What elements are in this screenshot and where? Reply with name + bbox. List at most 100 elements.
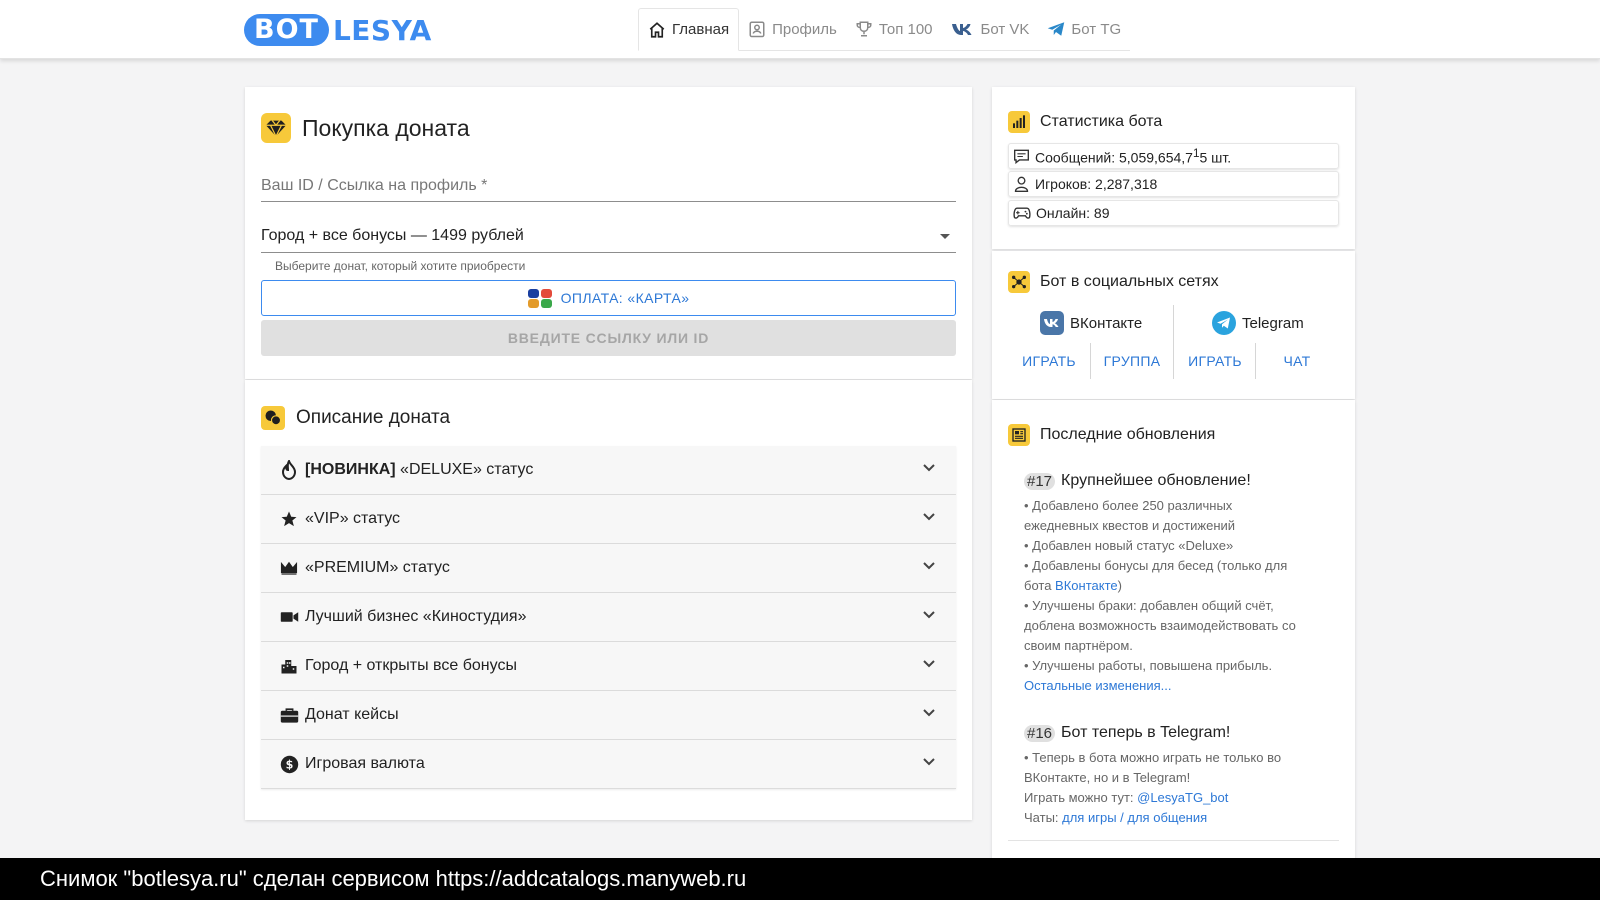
chevron-down-icon — [923, 611, 935, 619]
tg-section-label: Telegram — [1212, 311, 1304, 335]
vk-link[interactable]: ВКонтакте — [1055, 578, 1118, 593]
accordion-item-currency[interactable]: $ Игровая валюта — [261, 740, 956, 789]
accordion-item-business[interactable]: Лучший бизнес «Киностудия» — [261, 593, 956, 642]
social-networks-header: Бот в социальных сетях — [1008, 271, 1219, 293]
diamond-icon — [261, 113, 291, 143]
telegram-logo-icon — [1212, 311, 1236, 335]
donate-description-header: Описание доната — [261, 406, 450, 430]
latest-updates-title: Последние обновления — [1040, 426, 1216, 443]
donate-accordion: [НОВИНКА] «DELUXE» статус «VIP» статус «… — [261, 446, 956, 789]
update-line: • Добавлены бонусы для бесед (только для — [1024, 558, 1288, 573]
profile-id-input[interactable] — [261, 177, 956, 201]
update-line: • Теперь в бота можно играть не только в… — [1024, 750, 1282, 765]
payment-method-button[interactable]: ОПЛАТА: «КАРТА» — [261, 280, 956, 316]
payment-method-label: ОПЛАТА: «КАРТА» — [560, 290, 690, 306]
stat-online: Онлайн: 89 — [1008, 200, 1339, 226]
vk-play-button[interactable]: ИГРАТЬ — [1008, 343, 1090, 379]
accordion-item-label: [НОВИНКА] «DELUXE» статус — [305, 461, 534, 478]
accordion-item-label: Донат кейсы — [305, 706, 399, 723]
update-line: Чаты: для игры / для общения — [1024, 810, 1208, 825]
telegram-bot-link[interactable]: @LesyaTG_bot — [1137, 790, 1228, 805]
screenshot-caption: Снимок "botlesya.ru" сделан сервисом htt… — [40, 866, 747, 891]
flame-icon — [279, 460, 299, 480]
latest-updates-header: Последние обновления — [1008, 424, 1215, 446]
nav-top100-label: Топ 100 — [878, 20, 933, 38]
tg-play-button[interactable]: ИГРАТЬ — [1174, 343, 1256, 379]
donate-description-title: Описание доната — [296, 407, 451, 428]
accordion-item-label: «PREMIUM» статус — [305, 559, 450, 576]
nav-bot-tg[interactable]: Бот TG — [1038, 8, 1130, 50]
telegram-icon — [1048, 22, 1065, 36]
bot-stats-header: Статистика бота — [1008, 111, 1162, 133]
vk-icon — [951, 24, 972, 35]
video-camera-icon — [279, 607, 299, 627]
message-icon — [1014, 149, 1029, 164]
update-line: ВКонтакте, но и в Telegram! — [1024, 770, 1191, 785]
bot-stats-title: Статистика бота — [1040, 113, 1163, 130]
nav-bot-vk-label: Бот VK — [980, 20, 1030, 38]
nav-profile-label: Профиль — [772, 20, 837, 38]
chevron-down-icon — [923, 660, 935, 668]
network-icon — [1008, 271, 1030, 293]
crown-icon — [279, 558, 299, 578]
update-17: #17 Крупнейшее обновление! • Добавлено б… — [1024, 472, 1329, 696]
nav-top100[interactable]: Топ 100 — [846, 8, 942, 50]
game-chat-link[interactable]: для игры — [1062, 810, 1116, 825]
vk-label: ВКонтакте — [1070, 314, 1143, 332]
update-number-badge: #16 — [1024, 724, 1056, 742]
update-line: ежедневных квестов и достижений — [1024, 518, 1236, 533]
submit-button[interactable]: ВВЕДИТЕ ССЫЛКУ ИЛИ ID — [261, 320, 956, 356]
nav-profile[interactable]: Профиль — [739, 8, 846, 50]
briefcase-icon — [279, 705, 299, 725]
top-header: BOT LESYA Главная Профиль Топ 100 Бот VK… — [0, 0, 1600, 59]
chat-bubbles-icon — [261, 406, 285, 430]
id-field-wrapper — [261, 177, 956, 202]
accordion-item-label: Игровая валюта — [305, 755, 425, 772]
gamepad-icon — [1013, 207, 1031, 219]
nav-bot-tg-label: Бот TG — [1071, 20, 1122, 38]
svg-text:$: $ — [285, 758, 293, 771]
nav-bot-vk[interactable]: Бот VK — [942, 8, 1039, 50]
profile-card-icon — [749, 21, 765, 38]
nav-home[interactable]: Главная — [638, 8, 740, 51]
accordion-item-vip[interactable]: «VIP» статус — [261, 495, 956, 544]
update-line: Играть можно тут: @LesyaTG_bot — [1024, 790, 1229, 805]
stat-online-value: Онлайн: 89 — [1036, 205, 1110, 221]
tg-chat-button[interactable]: ЧАТ — [1256, 343, 1338, 379]
dollar-coin-icon: $ — [279, 754, 299, 774]
more-changes-link[interactable]: Остальные изменения... — [1024, 678, 1172, 693]
accordion-item-cases[interactable]: Донат кейсы — [261, 691, 956, 740]
donate-select[interactable]: Город + все бонусы — 1499 рублей — [261, 227, 956, 253]
stat-messages: Сообщений: 5,059,654,715 шт. — [1008, 143, 1339, 169]
latest-updates-card: Последние обновления #17 Крупнейшее обно… — [992, 400, 1355, 860]
talk-chat-link[interactable]: для общения — [1127, 810, 1207, 825]
accordion-item-city[interactable]: Город + открыты все бонусы — [261, 642, 956, 691]
donate-purchase-header: Покупка доната — [261, 113, 470, 143]
user-icon — [1014, 176, 1029, 192]
site-logo[interactable]: BOT LESYA — [244, 14, 432, 47]
update-17-title: Крупнейшее обновление! — [1061, 472, 1251, 489]
update-16-header: #16 Бот теперь в Telegram! — [1024, 724, 1329, 742]
stat-messages-value: Сообщений: 5,059,654,715 шт. — [1035, 146, 1232, 166]
chevron-down-icon — [923, 709, 935, 717]
stat-players-value: Игроков: 2,287,318 — [1035, 176, 1158, 192]
logo-bot: BOT — [244, 14, 329, 46]
accordion-item-label: «VIP» статус — [305, 510, 401, 527]
divider — [1173, 305, 1174, 347]
tg-label: Telegram — [1242, 314, 1304, 332]
update-number-badge: #17 — [1024, 472, 1056, 490]
divider — [1008, 840, 1339, 841]
accordion-item-premium[interactable]: «PREMIUM» статус — [261, 544, 956, 593]
bar-chart-icon — [1008, 111, 1030, 133]
trophy-icon — [856, 21, 872, 37]
chevron-down-icon — [923, 513, 935, 521]
donate-description-card: Описание доната [НОВИНКА] «DELUXE» стату… — [245, 380, 972, 820]
update-line: • Улучшены браки: добавлен общий счёт, — [1024, 598, 1274, 613]
chevron-down-icon — [923, 562, 935, 570]
donate-purchase-card: Покупка доната Город + все бонусы — 1499… — [245, 87, 972, 379]
city-icon — [279, 656, 299, 676]
accordion-item-deluxe[interactable]: [НОВИНКА] «DELUXE» статус — [261, 446, 956, 495]
vk-group-button[interactable]: ГРУППА — [1091, 343, 1173, 379]
bot-stats-card: Статистика бота Сообщений: 5,059,654,715… — [992, 87, 1355, 249]
caret-down-icon — [940, 234, 950, 239]
